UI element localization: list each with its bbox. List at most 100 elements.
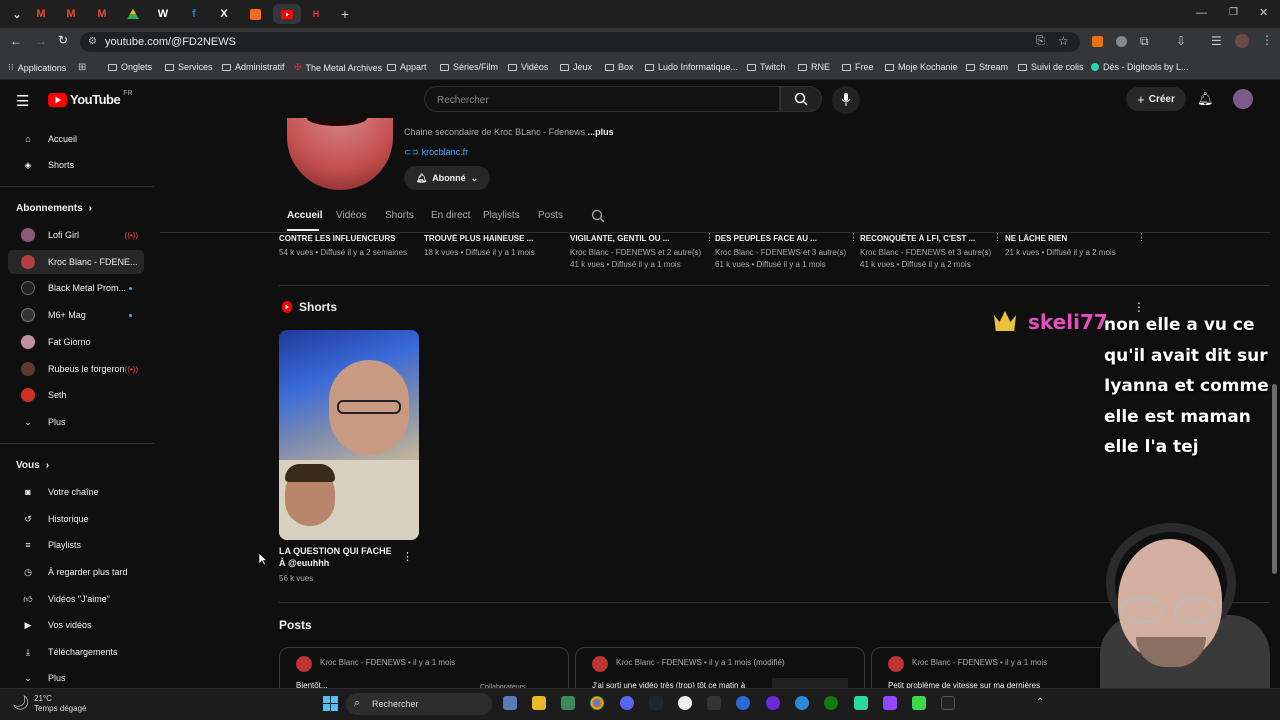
tab-drive[interactable] <box>120 4 146 24</box>
steam-icon[interactable] <box>649 696 663 710</box>
guide-menu-icon[interactable]: ☰ <box>16 92 29 110</box>
bookmark-videos[interactable]: Vidéos <box>508 62 548 72</box>
video-menu-icon[interactable]: ⋮ <box>993 232 1002 243</box>
tab-search-dropdown-icon[interactable]: ⌄ <box>4 4 30 24</box>
extension-1-icon[interactable] <box>1092 36 1103 47</box>
video-card[interactable]: CONTRE LES INFLUENCEURS 54 k vues • Diffu… <box>279 234 419 259</box>
voice-search-button[interactable] <box>832 86 860 114</box>
video-card[interactable]: RECONQUÊTE À LFI, C'EST ... Kroc Blanc - … <box>860 234 1000 271</box>
windows-start-icon[interactable] <box>323 696 338 711</box>
bookmark-applications[interactable]: ⁝⁝ Applications <box>8 62 66 73</box>
calculator-icon[interactable] <box>503 696 517 710</box>
sidebar-sub-fat-giorno[interactable]: Fat Giorno <box>8 330 144 354</box>
bookmark-metal-archives[interactable]: ✠ The Metal Archives <box>294 62 382 73</box>
video-card[interactable]: VIGILANTE, GENTIL OU ... Kroc Blanc - FDE… <box>570 234 710 271</box>
tab-facebook[interactable]: f <box>181 4 207 24</box>
new-tab-icon[interactable]: + <box>332 4 358 24</box>
sidebar-sub-seth[interactable]: Seth <box>8 383 144 407</box>
tab-playlists[interactable]: Playlists <box>483 210 520 221</box>
account-avatar[interactable] <box>1233 89 1253 109</box>
you-heading[interactable]: Vous › <box>16 460 49 471</box>
app-icon[interactable] <box>561 696 575 710</box>
video-menu-icon[interactable]: ⋮ <box>1137 232 1146 243</box>
terminal-icon[interactable] <box>941 696 955 710</box>
address-bar[interactable]: ⚙ youtube.com/@FD2NEWS ⎘ ☆ <box>80 32 1080 52</box>
reload-icon[interactable]: ↻ <box>58 33 68 47</box>
twitch-icon[interactable] <box>883 696 897 710</box>
tab-gmail-2[interactable]: M <box>58 4 84 24</box>
youtube-logo[interactable]: YouTube FR <box>48 90 133 107</box>
search-input[interactable]: Rechercher <box>424 86 780 112</box>
bookmark-appart[interactable]: Appart <box>387 62 427 72</box>
sidebar-sub-lofi-girl[interactable]: Lofi Girl ((•)) <box>8 223 144 247</box>
video-card[interactable]: NE LÂCHE RIEN 21 k vues • Diffusé il y a … <box>1005 234 1145 259</box>
window-close-icon[interactable]: ✕ <box>1259 6 1268 19</box>
video-menu-icon[interactable]: ⋮ <box>705 232 714 243</box>
weather-moon-icon[interactable]: 🌙︎ <box>12 694 30 711</box>
sidebar-sub-kroc-blanc[interactable]: Kroc Blanc - FDENE... <box>8 250 144 274</box>
bookmark-twitch[interactable]: Twitch <box>747 62 786 72</box>
sidebar-item-shorts[interactable]: ◈ Shorts <box>8 153 144 177</box>
description-more-link[interactable]: ...plus <box>588 127 614 137</box>
bookmark-services[interactable]: Services <box>165 62 213 72</box>
tab-videos[interactable]: Vidéos <box>336 210 366 221</box>
app-icon[interactable] <box>736 696 750 710</box>
tab-gmail-1[interactable]: M <box>28 4 54 24</box>
window-minimize-icon[interactable]: — <box>1196 7 1207 19</box>
sidebar-item-downloads[interactable]: ⤓ Téléchargements <box>8 640 144 664</box>
notifications-bell-icon[interactable]: 🔔︎ <box>1197 91 1214 107</box>
bookmark-rne[interactable]: RNE <box>798 62 830 72</box>
sidebar-item-playlists[interactable]: ≡ Playlists <box>8 533 144 557</box>
tab-live[interactable]: En direct <box>431 210 470 221</box>
subscriptions-heading[interactable]: Abonnements › <box>16 203 92 214</box>
bookmark-star-icon[interactable]: ☆ <box>1058 34 1069 48</box>
tab-gmail-3[interactable]: M <box>89 4 115 24</box>
bookmark-series-film[interactable]: Séries/Film <box>440 62 498 72</box>
bookmark-administratif[interactable]: Administratif <box>222 62 285 72</box>
tab-shorts[interactable]: Shorts <box>385 210 414 221</box>
app-icon[interactable] <box>854 696 868 710</box>
taskbar-search[interactable]: ⌕ Rechercher <box>346 693 492 715</box>
create-button[interactable]: + Créer <box>1126 87 1186 111</box>
tab-h[interactable]: H <box>303 4 329 24</box>
tray-chevron-icon[interactable]: ⌃ <box>1036 697 1044 708</box>
bookmark-ludo[interactable]: Ludo Informatique... <box>645 62 738 72</box>
sidebar-you-more[interactable]: ⌄ Plus <box>8 666 144 690</box>
short-menu-icon[interactable]: ⋮ <box>402 550 413 563</box>
sidebar-item-your-channel[interactable]: ◙ Votre chaîne <box>8 480 144 504</box>
sidebar-subs-more[interactable]: ⌄ Plus <box>8 410 144 434</box>
bookmark-jeux[interactable]: Jeux <box>560 62 592 72</box>
site-info-icon[interactable]: ⚙ <box>88 36 97 47</box>
tab-posts[interactable]: Posts <box>538 210 563 221</box>
install-app-icon[interactable]: ⎘ <box>1036 35 1045 48</box>
sidebar-item-history[interactable]: ↺ Historique <box>8 507 144 531</box>
app-icon[interactable] <box>795 696 809 710</box>
video-menu-icon[interactable]: ⋮ <box>849 232 858 243</box>
chrome-icon[interactable] <box>590 696 604 710</box>
sidebar-sub-rubeus[interactable]: Rubeus le forgeron ((•)) <box>8 357 144 381</box>
back-icon[interactable]: ← <box>10 34 22 48</box>
app-icon[interactable] <box>678 696 692 710</box>
discord-icon[interactable] <box>620 696 634 710</box>
tab-youtube-active[interactable] <box>273 4 301 24</box>
bookmark-digitools[interactable]: Dés - Digitools by L... <box>1091 62 1189 72</box>
app-icon[interactable] <box>707 696 721 710</box>
browser-menu-icon[interactable]: ⋮ <box>1261 33 1273 47</box>
file-explorer-icon[interactable] <box>532 696 546 710</box>
xbox-icon[interactable] <box>824 696 838 710</box>
tab-wiki[interactable]: W <box>150 4 176 24</box>
short-thumbnail[interactable] <box>279 330 419 540</box>
bookmark-box[interactable]: Box <box>605 62 634 72</box>
extensions-puzzle-icon[interactable]: ⧉ <box>1140 34 1149 49</box>
short-title[interactable]: LA QUESTION QUI FACHE À @euuhhh <box>279 545 399 569</box>
extension-2-icon[interactable] <box>1116 36 1127 47</box>
search-button[interactable] <box>780 86 822 112</box>
video-card[interactable]: TROUVÉ PLUS HAINEUSE ... 18 k vues • Diff… <box>424 234 564 259</box>
subscribed-button[interactable]: 🔔︎ Abonné ⌄ <box>404 166 490 190</box>
forward-icon[interactable]: → <box>35 34 47 48</box>
bookmark-free[interactable]: Free <box>842 62 874 72</box>
tab-orange[interactable] <box>242 4 268 24</box>
bookmark-suivi-colis[interactable]: Suivi de colis <box>1018 62 1084 72</box>
channel-description[interactable]: Chaine secondaire de Kroc BLanc - Fdenew… <box>404 127 614 137</box>
downloads-icon[interactable]: ⇩ <box>1176 34 1186 48</box>
